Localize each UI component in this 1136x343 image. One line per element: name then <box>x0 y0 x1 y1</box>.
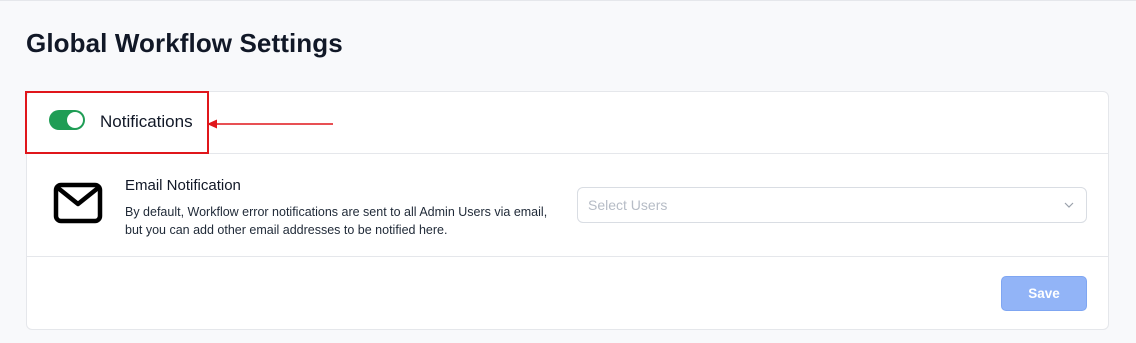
select-users-dropdown[interactable]: Select Users <box>577 187 1087 223</box>
email-notification-title: Email Notification <box>125 177 241 194</box>
top-divider <box>0 0 1136 1</box>
mail-icon <box>53 182 103 224</box>
select-users-placeholder: Select Users <box>588 197 668 213</box>
chevron-down-icon <box>1064 202 1074 208</box>
page-title: Global Workflow Settings <box>26 28 343 58</box>
save-button[interactable]: Save <box>1001 276 1087 311</box>
email-notification-row: Email Notification By default, Workflow … <box>27 154 1108 257</box>
email-notification-description: By default, Workflow error notifications… <box>125 205 548 237</box>
annotation-highlight-box <box>25 91 209 154</box>
annotation-arrow-icon <box>207 119 333 129</box>
